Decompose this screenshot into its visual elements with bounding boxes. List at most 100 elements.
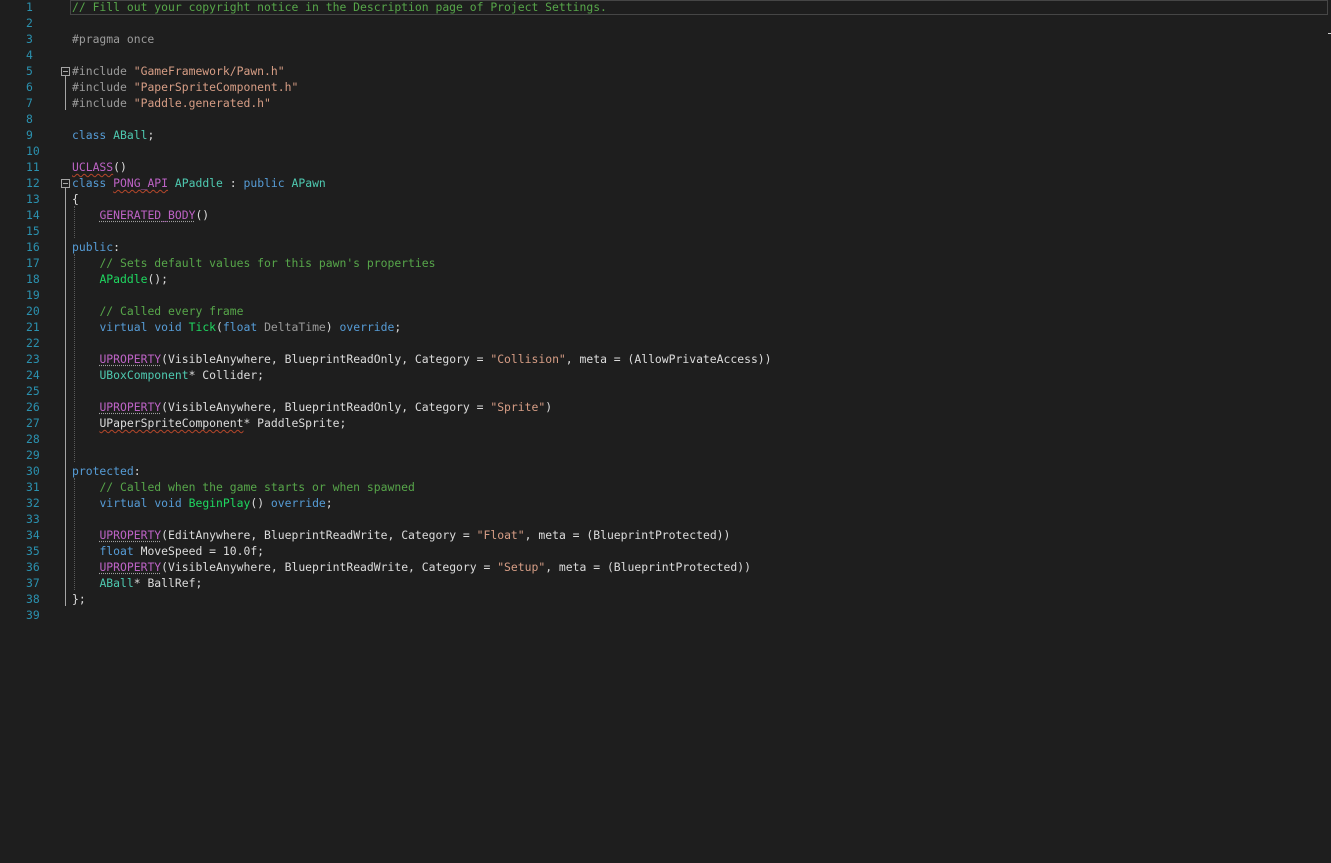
punctuation: (); — [147, 272, 169, 286]
macro-arguments: , meta = (BlueprintProtected)) — [524, 528, 731, 542]
comment: // Sets default values for this pawn's p… — [99, 256, 436, 270]
code-line-3: #pragma once — [72, 31, 154, 47]
collapse-include-block-icon[interactable] — [61, 67, 70, 76]
punctuation: ; — [147, 128, 155, 142]
keyword: public — [243, 176, 285, 190]
declaration: * PaddleSprite; — [243, 416, 347, 430]
declaration: MoveSpeed = 10.0f; — [133, 544, 265, 558]
line-number: 37 — [26, 576, 40, 590]
line-number: 11 — [26, 160, 40, 174]
comment: // Fill out your copyright notice in the… — [72, 0, 607, 14]
code-line-18: APaddle(); — [72, 271, 168, 287]
macro-arguments: (VisibleAnywhere, BlueprintReadOnly, Cat… — [161, 400, 491, 414]
code-line-21: virtual void Tick(float DeltaTime) overr… — [72, 319, 401, 335]
function-name: BeginPlay — [188, 496, 251, 510]
line-number: 20 — [26, 304, 40, 318]
line-number: 28 — [26, 432, 40, 446]
include-block-outline — [65, 76, 66, 110]
macro: UPROPERTY — [99, 560, 162, 574]
type-name: UBoxComponent — [99, 368, 189, 382]
line-number: 15 — [26, 224, 40, 238]
line-number: 7 — [26, 96, 33, 110]
macro: GENERATED_BODY — [99, 208, 196, 222]
line-number: 5 — [26, 64, 33, 78]
code-line-17: // Sets default values for this pawn's p… — [72, 255, 435, 271]
punctuation: : — [113, 240, 121, 254]
code-line-5: #include "GameFramework/Pawn.h" — [72, 63, 285, 79]
line-number: 25 — [26, 384, 40, 398]
code-line-30: protected: — [72, 463, 141, 479]
code-area[interactable]: // Fill out your copyright notice in the… — [72, 0, 1331, 863]
line-number: 13 — [26, 192, 40, 206]
code-line-12: class PONG_API APaddle : public APawn — [72, 175, 326, 191]
line-number: 10 — [26, 144, 40, 158]
keyword: override — [339, 320, 395, 334]
line-number: 17 — [26, 256, 40, 270]
line-number: 33 — [26, 512, 40, 526]
function-name: Tick — [188, 320, 217, 334]
code-line-1: // Fill out your copyright notice in the… — [72, 0, 607, 15]
code-line-31: // Called when the game starts or when s… — [72, 479, 414, 495]
code-line-13: { — [72, 191, 79, 207]
code-line-36: UPROPERTY(VisibleAnywhere, BlueprintRead… — [72, 559, 751, 575]
line-number: 24 — [26, 368, 40, 382]
type-name: ABall — [113, 128, 148, 142]
code-editor[interactable]: 1 2 3 4 5 6 7 8 9 10 11 12 13 14 15 16 17 18 19 20 21 22 23 24 2… — [0, 0, 1331, 863]
punctuation: { — [72, 192, 79, 206]
keyword: void — [154, 496, 182, 510]
string-literal: "Sprite" — [490, 400, 546, 414]
line-number: 27 — [26, 416, 40, 430]
keyword: virtual — [99, 320, 148, 334]
macro: UPROPERTY — [99, 352, 162, 366]
code-line-34: UPROPERTY(EditAnywhere, BlueprintReadWri… — [72, 527, 730, 543]
punctuation: ; — [325, 496, 333, 510]
line-number: 32 — [26, 496, 40, 510]
type-name: APawn — [291, 176, 326, 190]
code-line-35: float MoveSpeed = 10.0f; — [72, 543, 264, 559]
function-name: APaddle — [99, 272, 148, 286]
punctuation: : — [222, 176, 244, 190]
line-number: 34 — [26, 528, 40, 542]
punctuation: () — [113, 160, 127, 174]
punctuation: () — [195, 208, 210, 222]
class-block-outline — [65, 188, 66, 606]
code-line-26: UPROPERTY(VisibleAnywhere, BlueprintRead… — [72, 399, 552, 415]
line-number: 39 — [26, 608, 40, 622]
punctuation: () — [250, 496, 271, 510]
line-number: 9 — [26, 128, 33, 142]
macro-arguments: (VisibleAnywhere, BlueprintReadOnly, Cat… — [161, 352, 491, 366]
line-number: 35 — [26, 544, 40, 558]
code-line-16: public: — [72, 239, 120, 255]
macro: UCLASS — [72, 160, 114, 174]
collapse-class-block-icon[interactable] — [61, 179, 70, 188]
unresolved-type-name: UPaperSpriteComponent — [99, 416, 244, 430]
keyword: float — [222, 320, 258, 334]
macro: UPROPERTY — [99, 400, 162, 414]
preprocessor-directive: #pragma once — [72, 32, 155, 46]
punctuation: ) — [545, 400, 553, 414]
string-literal: "PaperSpriteComponent.h" — [133, 80, 299, 94]
code-line-32: virtual void BeginPlay() override; — [72, 495, 333, 511]
code-line-14: GENERATED_BODY() — [72, 207, 209, 223]
line-number: 29 — [26, 448, 40, 462]
line-number: 30 — [26, 464, 40, 478]
declaration: * Collider; — [188, 368, 265, 382]
line-number: 23 — [26, 352, 40, 366]
line-number: 1 — [26, 0, 33, 14]
